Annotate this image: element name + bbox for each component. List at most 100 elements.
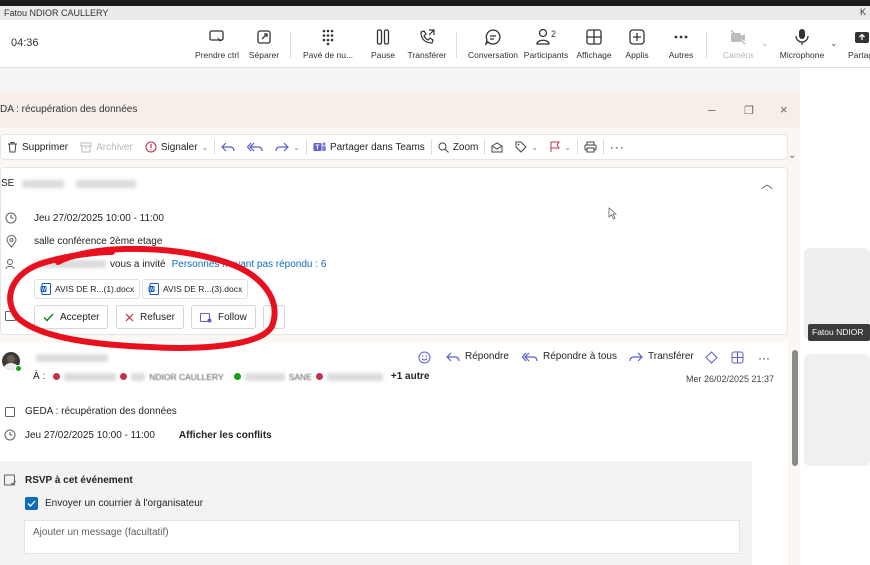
decline-label: Refuser <box>140 311 176 323</box>
loop-icon <box>705 351 718 364</box>
more-recipients-link[interactable]: +1 autre <box>391 371 430 382</box>
recipients-line: À : NDIOR CAULLERY SANE +1 autre <box>33 371 430 382</box>
zoom-button[interactable]: Zoom <box>432 135 485 159</box>
forward-button[interactable]: Transférer <box>629 351 694 362</box>
collapse-chevron-up-icon[interactable]: ︿ <box>761 175 773 192</box>
camera-button[interactable]: Caméra <box>718 28 758 60</box>
dialpad-button[interactable]: Pavé de nu... <box>300 28 356 60</box>
print-button[interactable] <box>578 135 603 159</box>
reply-icon <box>446 352 460 361</box>
event-location-row: salle conférence 2ème etage <box>1 235 162 248</box>
report-button[interactable]: Signaler ⌄ <box>139 135 214 159</box>
archive-button[interactable]: Archiver <box>74 135 139 159</box>
chevron-down-icon: ⌄ <box>201 142 209 152</box>
more-icon: ··· <box>609 140 625 154</box>
follow-button[interactable]: Follow <box>191 305 256 329</box>
pause-icon <box>368 28 398 46</box>
svg-text:T: T <box>315 145 320 152</box>
print-icon <box>584 141 597 153</box>
trash-icon <box>8 142 17 153</box>
transfer-call-icon <box>406 28 448 46</box>
view-grid-icon <box>574 28 614 46</box>
microphone-button[interactable]: Microphone <box>776 28 828 60</box>
rsvp-message-placeholder: Ajouter un message (facultatif) <box>33 527 169 538</box>
outlook-window-title: DA : récupération des données <box>0 104 138 115</box>
categorize-button[interactable]: ⌄ <box>509 135 544 159</box>
redacted-recipient <box>131 372 146 381</box>
to-label: À : <box>33 371 46 382</box>
meeting-title-row: GEDA : récupération des données <box>5 406 177 417</box>
camera-off-icon <box>718 28 758 46</box>
participants-label: Participants <box>523 50 569 60</box>
apps-button[interactable]: Applis <box>622 28 652 60</box>
presence-available-icon <box>15 365 22 372</box>
emoji-react-button[interactable] <box>418 351 431 364</box>
recipient-name[interactable]: SANE <box>289 372 312 382</box>
more-label: Autres <box>668 50 694 60</box>
presence-busy-icon <box>53 373 61 380</box>
flag-button[interactable]: ⌄ <box>544 135 577 159</box>
event-organizer-row: vous a invité Personnes n'ayant pas répo… <box>1 258 326 270</box>
more-icon[interactable]: ··· <box>758 351 770 365</box>
scrollbar[interactable] <box>792 350 798 466</box>
forward-toolbar-button[interactable]: ⌄ <box>269 135 306 159</box>
redacted-sender <box>36 354 108 362</box>
presence-busy-icon <box>315 373 323 380</box>
send-email-checkbox[interactable] <box>25 497 38 510</box>
decline-button[interactable]: Refuser <box>116 305 185 329</box>
event-date: Jeu 27/02/2025 10:00 - 11:00 <box>34 212 164 224</box>
reply-button[interactable]: Répondre <box>446 351 509 362</box>
pause-button[interactable]: Pause <box>368 28 398 60</box>
restore-icon[interactable]: ❐ <box>744 104 754 117</box>
reply-all-toolbar-button[interactable] <box>241 135 269 159</box>
more-actions-button[interactable]: ··· <box>604 135 631 159</box>
more-button[interactable]: Autres <box>664 28 698 60</box>
participants-count: 2 <box>551 29 556 39</box>
toolbar-expand-chevron-icon[interactable]: ⌄ <box>788 150 796 161</box>
apps-grid-button[interactable] <box>731 351 744 364</box>
outlook-title-bar: DA : récupération des données – ❐ × <box>0 92 800 128</box>
event-subject-visible: SE <box>1 178 15 189</box>
teams-icon: T <box>313 142 326 152</box>
popout-icon <box>246 28 282 46</box>
attachment-2[interactable]: W AVIS DE R...(3).docx <box>142 279 249 299</box>
rsvp-heading-row: RSVP à cet événement <box>4 474 133 486</box>
share-label: Partag <box>848 50 870 60</box>
camera-options-chevron-icon[interactable]: ⌄ <box>761 38 769 49</box>
mark-read-button[interactable] <box>485 135 509 159</box>
chevron-down-icon: ⌄ <box>564 142 571 152</box>
grid-icon <box>731 351 744 364</box>
close-icon[interactable]: × <box>780 102 788 117</box>
share-button[interactable]: Partag <box>848 28 870 60</box>
view-button[interactable]: Affichage <box>574 28 614 60</box>
minimize-icon[interactable]: – <box>708 102 715 117</box>
no-response-link[interactable]: Personnes n'ayant pas répondu : 6 <box>172 259 327 270</box>
reply-label: Répondre <box>465 351 509 362</box>
reply-all-button[interactable]: Répondre à tous <box>522 351 617 362</box>
popout-button[interactable]: Séparer <box>246 28 282 60</box>
report-label: Signaler <box>160 141 198 153</box>
show-conflicts-link[interactable]: Afficher les conflits <box>179 430 272 441</box>
share-teams-button[interactable]: T Partager dans Teams <box>307 135 431 159</box>
presence-available-icon <box>233 373 241 380</box>
attachment-1[interactable]: W AVIS DE R...(1).docx <box>34 279 141 299</box>
delete-button[interactable]: Supprimer <box>1 135 74 159</box>
chat-button[interactable]: Conversation <box>464 28 522 60</box>
transfer-button[interactable]: Transférer <box>406 28 448 60</box>
call-control-bar: 04:36 Prendre ctrl Séparer Pavé de nu...… <box>0 20 870 68</box>
word-doc-icon: W <box>148 283 159 295</box>
more-icon <box>664 28 698 46</box>
accept-button[interactable]: Accepter <box>34 305 109 329</box>
call-title: Fatou NDIOR CAULLERY <box>4 8 109 18</box>
camera-label: Caméra <box>722 50 754 60</box>
rsvp-message-input[interactable]: Ajouter un message (facultatif) <box>24 520 740 554</box>
loop-button[interactable] <box>705 351 718 364</box>
participants-button[interactable]: 2 Participants <box>522 28 570 60</box>
reply-toolbar-button[interactable] <box>215 135 241 159</box>
take-control-button[interactable]: Prendre ctrl <box>194 28 240 60</box>
more-response-options-button[interactable] <box>263 305 285 329</box>
participant-tile[interactable] <box>804 354 870 466</box>
pause-label: Pause <box>370 50 396 60</box>
recipient-name[interactable]: NDIOR CAULLERY <box>149 372 223 382</box>
microphone-options-chevron-icon[interactable]: ⌄ <box>830 38 838 49</box>
